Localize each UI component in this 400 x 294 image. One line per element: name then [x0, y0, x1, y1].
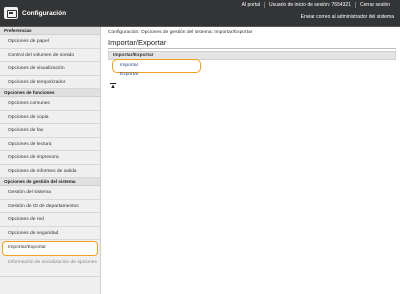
- page-title: Importar/Exportar: [108, 38, 167, 47]
- sidebar-section-functions: Opciones de funciones: [0, 89, 100, 97]
- login-user-label: Usuario de inicio de sesión: 7654321: [263, 2, 355, 8]
- sidebar-section-preferences: Preferencias: [0, 27, 100, 35]
- breadcrumb: Configuración: Opciones de gestión del s…: [108, 30, 253, 35]
- sidebar-item-printer[interactable]: Opciones de impresora: [0, 151, 100, 165]
- sidebar: Preferencias Opciones de papel Control d…: [0, 27, 101, 294]
- sidebar-item-import-export[interactable]: Importar/Exportar: [2, 241, 98, 256]
- portal-link[interactable]: Al portal: [238, 2, 264, 8]
- export-link[interactable]: Exportar: [120, 72, 138, 77]
- sidebar-item-timer[interactable]: Opciones de temporizador: [0, 76, 100, 89]
- sidebar-item-system-management[interactable]: Gestión del sistema: [0, 186, 100, 200]
- sidebar-item-security[interactable]: Opciones de seguridad: [0, 227, 100, 240]
- header-bar: Configuración Al portal Usuario de inici…: [0, 0, 400, 27]
- scroll-to-top-icon[interactable]: ▲: [110, 83, 116, 90]
- app-logo: Configuración: [4, 7, 66, 19]
- sidebar-item-display[interactable]: Opciones de visualización: [0, 62, 100, 76]
- import-link[interactable]: Importar: [112, 59, 201, 73]
- sidebar-item-fax[interactable]: Opciones de fax: [0, 124, 100, 138]
- title-divider: [108, 48, 396, 49]
- sidebar-item-paper[interactable]: Opciones de papel: [0, 35, 100, 49]
- sidebar-item-copy[interactable]: Opciones de copia: [0, 111, 100, 124]
- sidebar-item-common[interactable]: Opciones comunes: [0, 97, 100, 111]
- sidebar-item-reports[interactable]: Opciones de informes de salida: [0, 165, 100, 178]
- sidebar-item-department-id[interactable]: Gestión de ID de departamentos: [0, 200, 100, 213]
- sidebar-item-init-info[interactable]: Información de inicialización de opcione…: [0, 257, 100, 277]
- sidebar-section-system: Opciones de gestión del sistema: [0, 178, 100, 186]
- top-links: Al portal Usuario de inicio de sesión: 7…: [238, 2, 394, 8]
- settings-icon: [4, 7, 18, 19]
- app-title: Configuración: [22, 9, 67, 17]
- sidebar-item-network[interactable]: Opciones de red: [0, 213, 100, 227]
- main-content: Configuración: Opciones de gestión del s…: [104, 27, 398, 294]
- logout-link[interactable]: Cerrar sesión: [354, 2, 394, 8]
- sidebar-item-scan[interactable]: Opciones de lectura: [0, 138, 100, 151]
- mail-admin-link[interactable]: Enviar correo al administrador del siste…: [301, 14, 394, 20]
- sidebar-item-volume[interactable]: Control del volumen de sonido: [0, 49, 100, 62]
